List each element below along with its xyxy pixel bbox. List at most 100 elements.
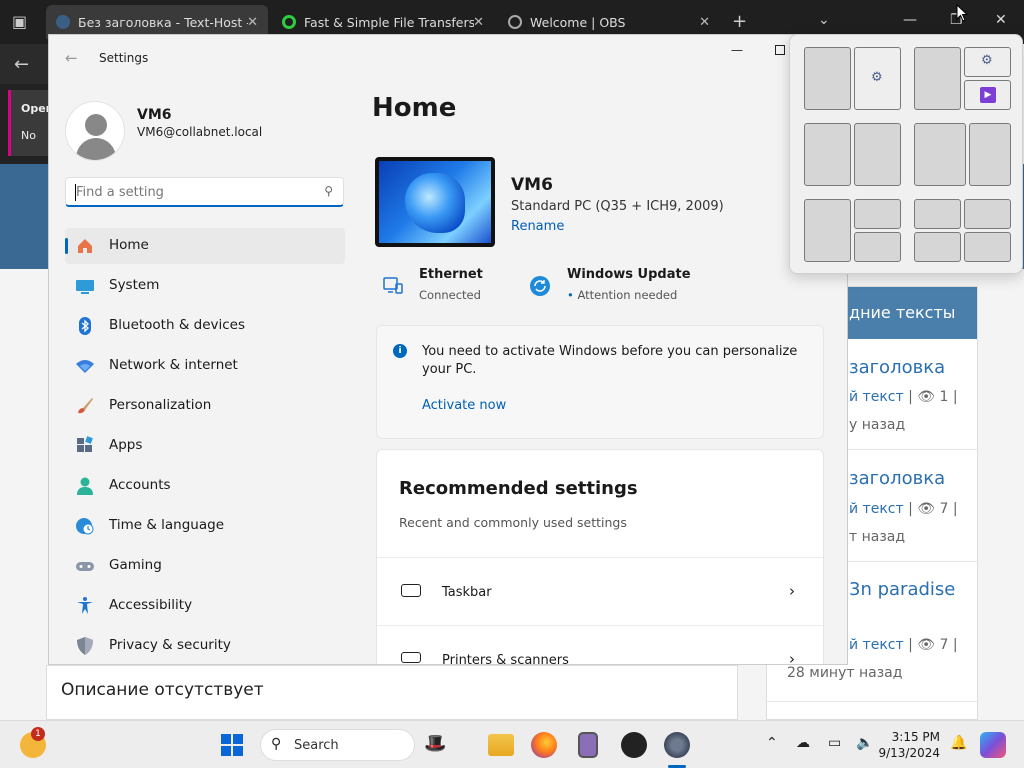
settings-gear-icon[interactable] (664, 732, 690, 758)
snap-zone[interactable] (914, 232, 961, 262)
nav-item-accounts[interactable]: Accounts (65, 468, 345, 504)
snap-zone[interactable] (914, 47, 961, 110)
accessibility-icon (75, 596, 95, 616)
avatar[interactable] (65, 101, 125, 161)
page-description: Описание отсутствует (46, 665, 738, 720)
nav-item-privacy-security[interactable]: Privacy & security (65, 628, 345, 664)
avatar-head-icon (85, 114, 107, 136)
nav-item-time-language[interactable]: Time & language (65, 508, 345, 544)
app-icon[interactable] (578, 732, 598, 758)
snap-zone[interactable] (804, 199, 851, 262)
close-tab-icon[interactable]: ✕ (699, 15, 710, 30)
nav-item-bluetooth[interactable]: Bluetooth & devices (65, 308, 345, 344)
close-tab-icon[interactable]: ✕ (473, 15, 484, 30)
rename-link[interactable]: Rename (511, 219, 564, 234)
snap-zone[interactable] (964, 199, 1011, 229)
search-input[interactable] (76, 183, 306, 201)
activate-now-link[interactable]: Activate now (422, 398, 506, 413)
windows-update-title[interactable]: Windows Update (567, 267, 691, 282)
minimize-icon[interactable]: — (731, 43, 743, 57)
snap-zone[interactable] (854, 199, 901, 229)
close-tab-icon[interactable]: ✕ (247, 15, 258, 30)
search-icon[interactable]: ⚲ (324, 184, 333, 198)
browser-side-panel: Oper No (0, 84, 51, 164)
snap-zone[interactable] (969, 123, 1011, 186)
tab-list-chevron-icon[interactable]: ⌄ (818, 12, 830, 28)
back-arrow-icon[interactable]: ← (14, 54, 29, 75)
activation-message: You need to activate Windows before you … (422, 344, 798, 377)
network-disconnected-icon[interactable]: ☁ (796, 735, 810, 751)
pc-name: VM6 (511, 175, 553, 195)
settings-title-bar: ← Settings — (49, 35, 847, 81)
home-icon (75, 236, 95, 256)
search-icon: ⚲ (271, 736, 282, 752)
browser-nav-bar: ← (0, 44, 48, 84)
display-icon[interactable]: ▭ (828, 735, 841, 751)
brush-icon (75, 396, 95, 416)
shield-icon (75, 636, 95, 656)
obs-icon[interactable] (621, 732, 647, 758)
ethernet-icon[interactable] (382, 275, 404, 297)
settings-window: ← Settings — VM6 VM6@collabnet.local ⚲ H… (48, 34, 848, 665)
recommended-item-printers[interactable]: Printers & scanners › (377, 625, 823, 664)
copilot-icon[interactable] (980, 732, 1006, 758)
pc-wallpaper-thumbnail[interactable] (375, 157, 495, 247)
accounts-icon (75, 476, 95, 496)
snap-zone[interactable] (914, 199, 961, 229)
notification-badge: 1 (31, 727, 45, 741)
obs-favicon-icon (508, 15, 522, 29)
mouse-pointer-icon (956, 3, 969, 26)
window-title: Settings (99, 51, 149, 65)
nav-item-accessibility[interactable]: Accessibility (65, 588, 345, 624)
clock[interactable]: 3:15 PM 9/13/2024 (858, 729, 940, 761)
file-transfer-favicon-icon (282, 15, 296, 29)
back-arrow-icon[interactable]: ← (65, 49, 78, 67)
bluetooth-icon (75, 316, 95, 336)
snap-zone[interactable] (854, 123, 901, 186)
open-card[interactable]: Oper No (8, 90, 51, 156)
nav-item-network[interactable]: Network & internet (65, 348, 345, 384)
apps-icon (75, 436, 95, 456)
system-icon (75, 276, 95, 296)
nav-item-gaming[interactable]: Gaming (65, 548, 345, 584)
snap-zone[interactable] (804, 47, 851, 110)
snap-zone[interactable] (854, 232, 901, 262)
chevron-up-icon[interactable]: ⌃ (766, 735, 778, 751)
windows-update-icon[interactable] (529, 275, 551, 297)
new-tab-button[interactable]: + (732, 11, 747, 32)
start-button[interactable] (221, 734, 243, 756)
search-highlight-icon[interactable]: 🎩 (424, 733, 446, 759)
recommended-item-taskbar[interactable]: Taskbar › (377, 557, 823, 625)
settings-search-box[interactable]: ⚲ (65, 177, 344, 207)
taskbar: 1 ⚲ Search 🎩 ⌃ ☁ ▭ 🔈 3:15 PM 9/13/2024 🔔 (0, 720, 1024, 768)
snap-zone[interactable] (804, 123, 851, 186)
info-icon: i (393, 344, 407, 358)
settings-gear-icon: ⚙ (981, 53, 993, 68)
printer-icon (401, 652, 421, 663)
ethernet-title[interactable]: Ethernet (419, 267, 483, 282)
firefox-icon[interactable] (531, 732, 557, 758)
snap-zone[interactable] (914, 123, 966, 186)
browser-minimize-icon[interactable]: — (903, 12, 917, 28)
settings-gear-icon: ⚙ (871, 70, 883, 85)
nav-item-home[interactable]: Home (65, 228, 345, 264)
recommended-subtitle: Recent and commonly used settings (399, 515, 627, 530)
notification-bell-icon[interactable]: 🔔 (950, 735, 967, 751)
nav-item-personalization[interactable]: Personalization (65, 388, 345, 424)
browser-close-icon[interactable]: ✕ (995, 12, 1007, 28)
avatar-body-icon (76, 138, 116, 160)
recommended-title: Recommended settings (399, 478, 638, 499)
text-cursor (75, 184, 76, 201)
taskbar-search[interactable]: ⚲ Search (260, 729, 415, 761)
globe-clock-icon (75, 516, 95, 536)
user-email: VM6@collabnet.local (137, 125, 263, 139)
maximize-icon[interactable] (775, 45, 785, 55)
snap-zone[interactable] (964, 232, 1011, 262)
page-title: Home (372, 93, 457, 123)
text-host-favicon-icon (56, 15, 70, 29)
tab-actions-icon[interactable]: ▣ (12, 12, 27, 31)
file-explorer-icon[interactable] (488, 734, 514, 756)
nav-item-apps[interactable]: Apps (65, 428, 345, 464)
snap-layouts-flyout: ⚙ ⚙ ▶ (789, 34, 1023, 274)
nav-item-system[interactable]: System (65, 268, 345, 304)
